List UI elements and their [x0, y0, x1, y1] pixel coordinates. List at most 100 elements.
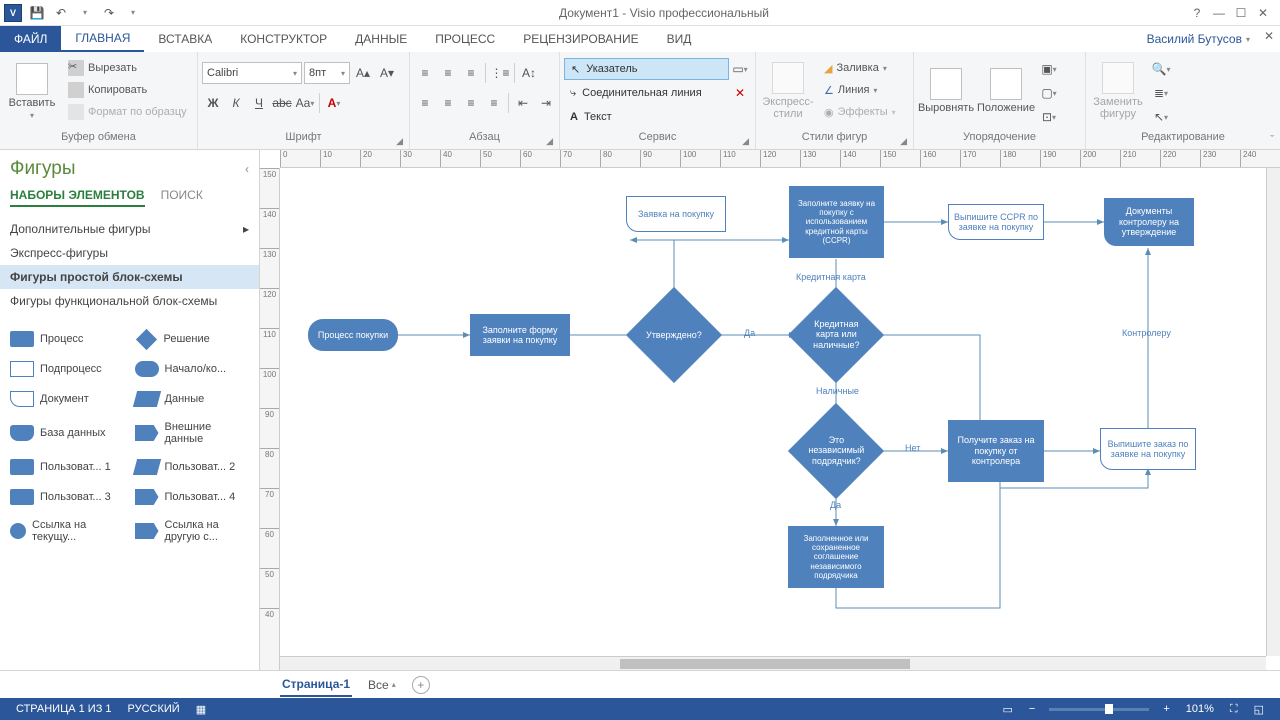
- add-page-icon[interactable]: +: [412, 676, 430, 694]
- copy-button[interactable]: Копировать: [64, 80, 191, 100]
- tab-insert[interactable]: ВСТАВКА: [144, 26, 226, 52]
- bullets-icon[interactable]: ⋮≡: [489, 62, 511, 84]
- qat-customize-icon[interactable]: ▾: [124, 4, 142, 22]
- presentation-icon[interactable]: ▭: [994, 703, 1020, 716]
- font-color-icon[interactable]: A▾: [323, 92, 345, 114]
- tab-review[interactable]: РЕЦЕНЗИРОВАНИЕ: [509, 26, 652, 52]
- all-pages-button[interactable]: Все▴: [368, 678, 396, 692]
- text-dir-icon[interactable]: A↕: [518, 62, 540, 84]
- page-tab-1[interactable]: Страница-1: [280, 673, 352, 697]
- shape-subprocess[interactable]: Подпроцесс: [6, 355, 129, 383]
- node-indep[interactable]: Это независимый подрядчик?: [788, 403, 884, 499]
- node-ccpr[interactable]: Заполните заявку на покупку с использова…: [789, 186, 884, 258]
- shape-custom4[interactable]: Пользоват... 4: [131, 483, 254, 511]
- v-scrollbar[interactable]: [1266, 168, 1280, 656]
- node-ctrl-docs[interactable]: Документы контролеру на утверждение: [1104, 198, 1194, 246]
- shape-ref-other[interactable]: Ссылка на другую с...: [131, 513, 254, 549]
- tab-home[interactable]: ГЛАВНАЯ: [61, 26, 144, 52]
- maximize-icon[interactable]: ☐: [1230, 3, 1252, 23]
- text-tool[interactable]: AТекст: [564, 106, 751, 128]
- node-approved[interactable]: Утверждено?: [626, 287, 722, 383]
- shape-database[interactable]: База данных: [6, 415, 129, 451]
- decrease-font-icon[interactable]: A▾: [376, 62, 398, 84]
- rect-tool-icon[interactable]: ▭▾: [729, 58, 751, 80]
- select-icon[interactable]: ↖▾: [1150, 106, 1172, 128]
- send-back-icon[interactable]: ▢▾: [1038, 82, 1060, 104]
- shape-startend[interactable]: Начало/ко...: [131, 355, 254, 383]
- h-scrollbar[interactable]: [280, 656, 1266, 670]
- node-start[interactable]: Процесс покупки: [308, 319, 398, 351]
- cat-basic-flowchart[interactable]: Фигуры простой блок-схемы: [0, 265, 259, 289]
- tab-search[interactable]: ПОИСК: [161, 188, 203, 207]
- status-page[interactable]: СТРАНИЦА 1 ИЗ 1: [8, 703, 120, 715]
- font-dialog-icon[interactable]: ◢: [396, 136, 403, 147]
- shape-ref-this[interactable]: Ссылка на текущу...: [6, 513, 129, 549]
- close-icon[interactable]: ✕: [1252, 3, 1274, 23]
- align-mid-icon[interactable]: ≡: [437, 62, 459, 84]
- font-name-select[interactable]: Calibri▾: [202, 62, 302, 84]
- find-icon[interactable]: 🔍▾: [1150, 58, 1172, 80]
- tab-process[interactable]: ПРОЦЕСС: [421, 26, 509, 52]
- minimize-icon[interactable]: —: [1208, 3, 1230, 23]
- zoom-in-icon[interactable]: +: [1155, 703, 1177, 715]
- tab-data[interactable]: ДАННЫЕ: [341, 26, 421, 52]
- pointer-tool[interactable]: ↖Указатель: [564, 58, 729, 80]
- collapse-panel-icon[interactable]: ‹: [245, 162, 249, 176]
- cat-functional-flowchart[interactable]: Фигуры функциональной блок-схемы: [0, 289, 259, 313]
- tools-dialog-icon[interactable]: ◢: [742, 136, 749, 147]
- bold-icon[interactable]: Ж: [202, 92, 224, 114]
- zoom-slider[interactable]: [1049, 708, 1149, 711]
- align-right-icon[interactable]: ≡: [460, 92, 482, 114]
- shape-data[interactable]: Данные: [131, 385, 254, 413]
- node-pr-doc[interactable]: Заявка на покупку: [626, 196, 726, 232]
- align-center-icon[interactable]: ≡: [437, 92, 459, 114]
- user-menu[interactable]: Василий Бутусов▾: [1147, 26, 1258, 52]
- case-icon[interactable]: Aa▾: [294, 92, 316, 114]
- change-shape-button[interactable]: Заменить фигуру: [1090, 56, 1146, 126]
- cat-quick[interactable]: Экспресс-фигуры: [0, 241, 259, 265]
- increase-font-icon[interactable]: A▴: [352, 62, 374, 84]
- align-top-icon[interactable]: ≡: [414, 62, 436, 84]
- shape-document[interactable]: Документ: [6, 385, 129, 413]
- undo-dropdown-icon[interactable]: ▾: [76, 4, 94, 22]
- bring-front-icon[interactable]: ▣▾: [1038, 58, 1060, 80]
- tab-stencils[interactable]: НАБОРЫ ЭЛЕМЕНТОВ: [10, 188, 145, 207]
- fit-page-icon[interactable]: ⛶: [1222, 703, 1246, 716]
- group-icon[interactable]: ⊡▾: [1038, 106, 1060, 128]
- cut-button[interactable]: ✂Вырезать: [64, 58, 191, 78]
- shape-decision[interactable]: Решение: [131, 325, 254, 353]
- para-dialog-icon[interactable]: ◢: [546, 136, 553, 147]
- strike-icon[interactable]: abc: [271, 92, 293, 114]
- node-write-order[interactable]: Выпишите заказ по заявке на покупку: [1100, 428, 1196, 470]
- connector-tool[interactable]: ⤷Соединительная линия: [564, 82, 729, 104]
- format-painter-button[interactable]: Формат по образцу: [64, 102, 191, 122]
- align-bot-icon[interactable]: ≡: [460, 62, 482, 84]
- align-left-icon[interactable]: ≡: [414, 92, 436, 114]
- save-icon[interactable]: 💾: [28, 4, 46, 22]
- help-icon[interactable]: ?: [1186, 3, 1208, 23]
- redo-icon[interactable]: ↷: [100, 4, 118, 22]
- indent-inc-icon[interactable]: ⇥: [535, 92, 557, 114]
- justify-icon[interactable]: ≡: [483, 92, 505, 114]
- collapse-ribbon-icon[interactable]: ˇ: [1270, 134, 1274, 146]
- shape-custom2[interactable]: Пользоват... 2: [131, 453, 254, 481]
- zoom-out-icon[interactable]: −: [1021, 703, 1043, 715]
- shape-process[interactable]: Процесс: [6, 325, 129, 353]
- zoom-value[interactable]: 101%: [1178, 703, 1222, 715]
- quick-styles-button[interactable]: Экспресс-стили: [760, 56, 816, 126]
- status-lang[interactable]: РУССКИЙ: [120, 703, 188, 715]
- node-ccpr-doc[interactable]: Выпишите CCPR по заявке на покупку: [948, 204, 1044, 240]
- underline-icon[interactable]: Ч: [248, 92, 270, 114]
- align-button[interactable]: Выровнять: [918, 56, 974, 126]
- paste-button[interactable]: Вставить▾: [4, 56, 60, 126]
- font-size-select[interactable]: 8пт▾: [304, 62, 350, 84]
- position-button[interactable]: Положение: [978, 56, 1034, 126]
- pan-zoom-icon[interactable]: ◱: [1246, 703, 1272, 716]
- cat-more[interactable]: Дополнительные фигуры▸: [0, 217, 259, 241]
- node-get-order[interactable]: Получите заказ на покупку от контролера: [948, 420, 1044, 482]
- node-cc-or-cash[interactable]: Кредитная карта или наличные?: [788, 287, 884, 383]
- styles-dialog-icon[interactable]: ◢: [900, 136, 907, 147]
- italic-icon[interactable]: К: [225, 92, 247, 114]
- indent-dec-icon[interactable]: ⇤: [512, 92, 534, 114]
- shape-external[interactable]: Внешние данные: [131, 415, 254, 451]
